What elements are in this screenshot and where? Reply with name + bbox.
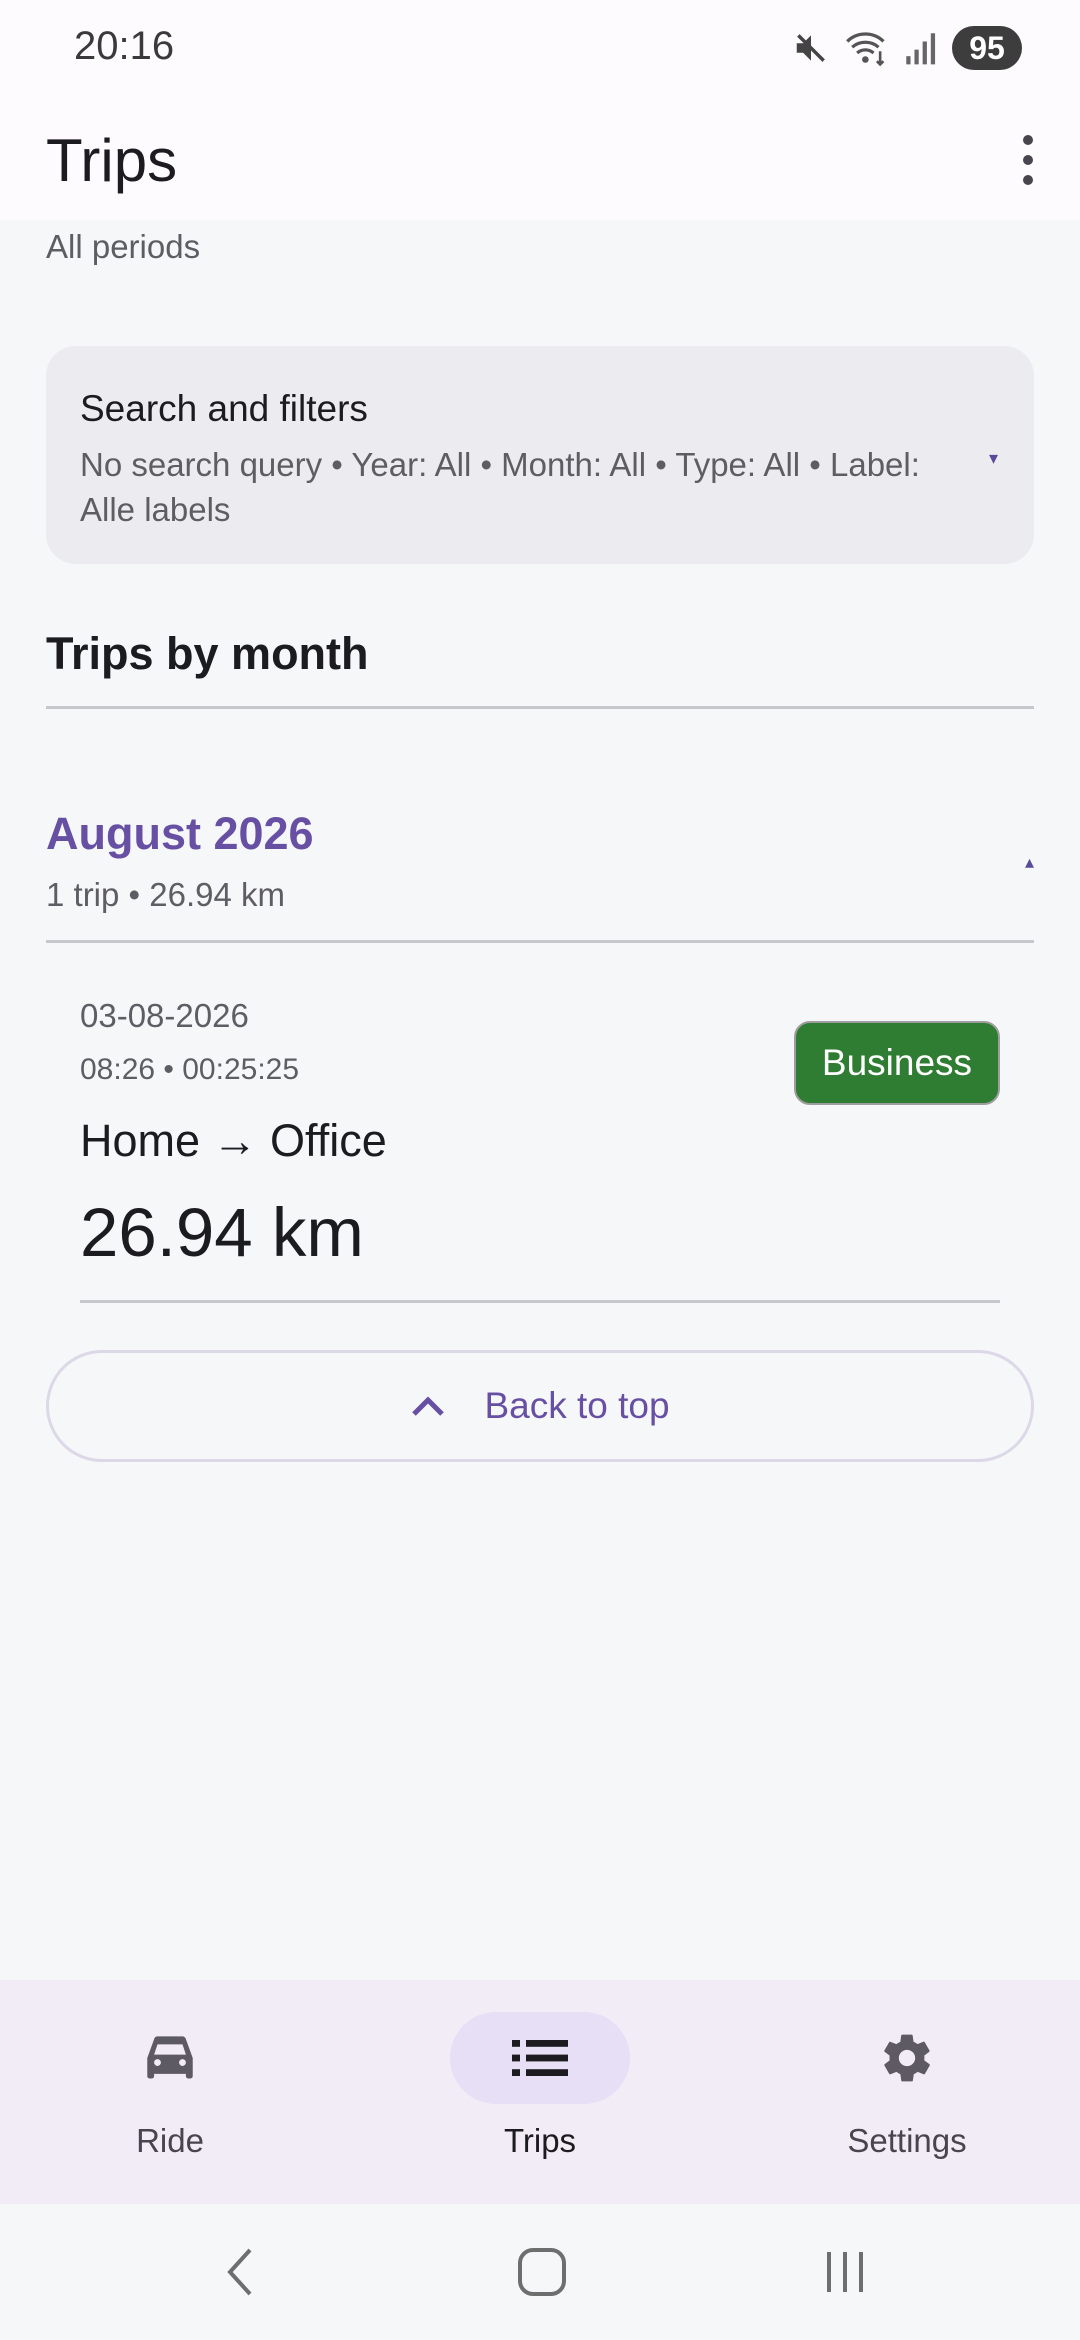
filters-title: Search and filters [80, 388, 368, 429]
list-icon [512, 2040, 568, 2076]
back-to-top-label: Back to top [484, 1385, 670, 1426]
nav-label-trips: Trips [503, 2122, 577, 2159]
recents-icon [827, 2252, 863, 2292]
trip-time-duration: 08:26 • 00:25:25 [80, 1053, 300, 1086]
status-time: 20:16 [74, 24, 175, 68]
battery-icon: 95 [952, 26, 1022, 70]
system-back-button[interactable] [200, 2242, 280, 2302]
more-vert-icon [1023, 135, 1033, 185]
wifi-icon [846, 32, 885, 67]
trip-divider [80, 1300, 1000, 1303]
back-to-top-button[interactable]: Back to top [46, 1350, 1034, 1462]
month-summary: 1 trip • 26.94 km [46, 876, 285, 913]
month-group-header[interactable]: August 2026 1 trip • 26.94 km ▴ [46, 800, 1034, 940]
period-label: All periods [46, 228, 201, 265]
filters-summary: No search query • Year: All • Month: All… [80, 446, 920, 528]
car-icon [147, 2036, 193, 2079]
gear-icon [884, 2034, 930, 2082]
chevron-up-icon [412, 1396, 445, 1416]
mute-icon [796, 34, 825, 62]
trip-distance: 26.94 km [80, 1194, 364, 1271]
trip-date: 03-08-2026 [80, 997, 249, 1034]
system-home-button[interactable] [502, 2242, 582, 2302]
trip-type-badge[interactable]: Business [794, 1021, 1000, 1105]
nav-item-ride[interactable]: Ride [20, 2012, 320, 2182]
status-icons: 95 [792, 24, 1022, 72]
nav-label-ride: Ride [136, 2122, 204, 2159]
page-title: Trips [46, 127, 178, 194]
system-recents-button[interactable] [805, 2242, 885, 2302]
section-title: Trips by month [46, 628, 369, 679]
bottom-navigation: Ride Trips Settings [0, 1980, 1080, 2204]
nav-item-trips[interactable]: Trips [390, 2012, 690, 2182]
trip-route: Home → Office [80, 1115, 387, 1166]
home-square-icon [518, 2248, 566, 2296]
nav-item-settings[interactable]: Settings [757, 2012, 1057, 2182]
status-bar: 20:16 95 [0, 0, 1080, 96]
section-divider [46, 706, 1034, 709]
trip-list-item[interactable]: 03-08-2026 08:26 • 00:25:25 Home → Offic… [80, 985, 1000, 1305]
collapse-icon: ▴ [1024, 852, 1034, 872]
search-filters-card[interactable]: Search and filters No search query • Yea… [46, 346, 1034, 564]
more-options-button[interactable] [998, 120, 1058, 200]
system-navigation-bar [0, 2204, 1080, 2340]
month-title: August 2026 [46, 808, 314, 859]
nav-label-settings: Settings [847, 2122, 967, 2159]
back-chevron-icon [227, 2248, 252, 2296]
expand-icon: ▾ [988, 448, 998, 468]
app-bar: Trips [0, 96, 1080, 220]
signal-icon [906, 33, 936, 65]
month-divider [46, 940, 1034, 943]
